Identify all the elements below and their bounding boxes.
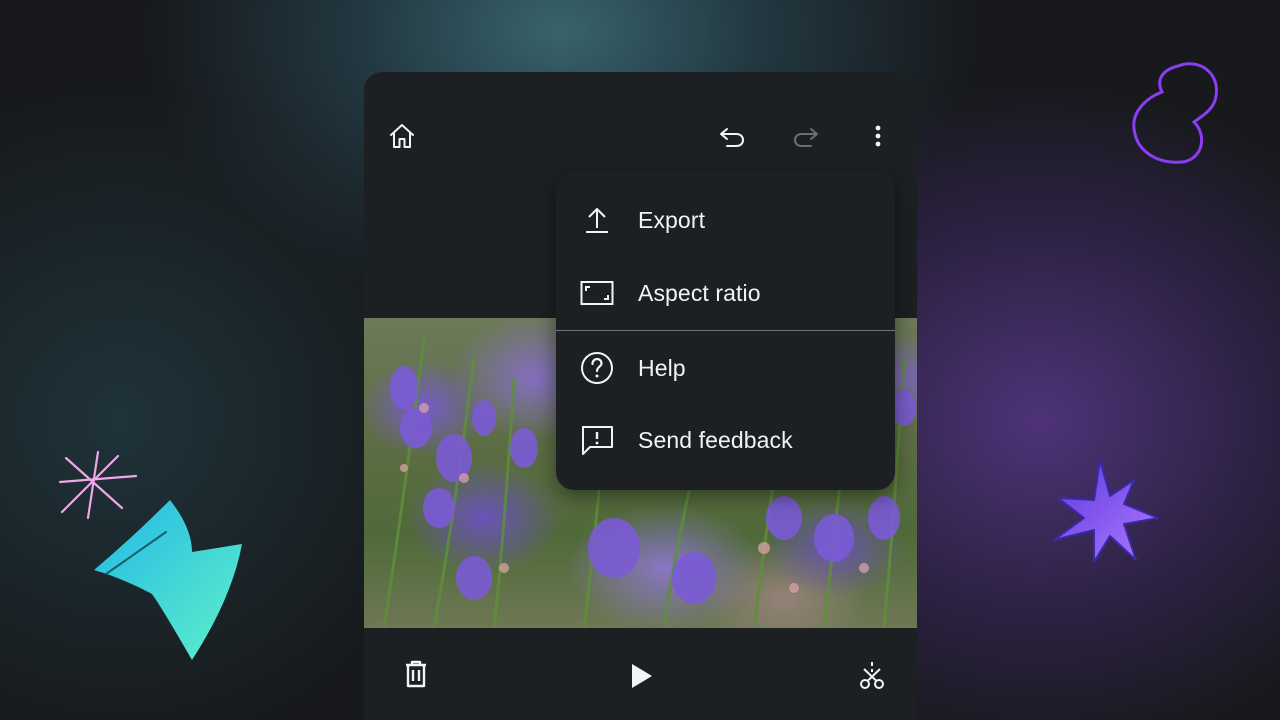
teal-bowtie-decoration	[92, 498, 248, 664]
menu-divider	[556, 330, 895, 331]
undo-button[interactable]	[712, 116, 752, 156]
bottom-toolbar	[364, 628, 917, 720]
menu-item-help[interactable]: Help	[556, 338, 895, 398]
home-icon	[387, 121, 417, 151]
trash-icon	[403, 659, 429, 689]
menu-item-aspect-ratio[interactable]: Aspect ratio	[556, 263, 895, 323]
undo-icon	[717, 121, 747, 151]
delete-button[interactable]	[396, 654, 436, 694]
help-icon	[580, 351, 614, 385]
purple-ring-decoration	[1128, 58, 1224, 170]
home-button[interactable]	[382, 116, 422, 156]
redo-icon	[791, 121, 821, 151]
trim-button[interactable]	[852, 656, 892, 696]
menu-item-send-feedback[interactable]: Send feedback	[556, 410, 895, 470]
play-button[interactable]	[621, 656, 661, 696]
more-options-button[interactable]	[858, 116, 898, 156]
app-stage: Export Aspect ratio Help Send feedback	[0, 0, 1280, 720]
feedback-icon	[580, 423, 614, 457]
purple-star-decoration	[1050, 456, 1162, 564]
upload-icon	[580, 203, 614, 237]
overflow-menu: Export Aspect ratio Help Send feedback	[556, 172, 895, 490]
menu-item-label: Help	[638, 354, 686, 381]
menu-item-label: Aspect ratio	[638, 279, 761, 306]
play-icon	[628, 662, 654, 690]
menu-item-label: Export	[638, 206, 706, 233]
redo-button[interactable]	[786, 116, 826, 156]
menu-item-export[interactable]: Export	[556, 190, 895, 250]
scissors-icon	[858, 661, 886, 691]
menu-item-label: Send feedback	[638, 426, 793, 453]
more-vert-icon	[863, 121, 893, 151]
aspect-ratio-icon	[580, 276, 614, 310]
